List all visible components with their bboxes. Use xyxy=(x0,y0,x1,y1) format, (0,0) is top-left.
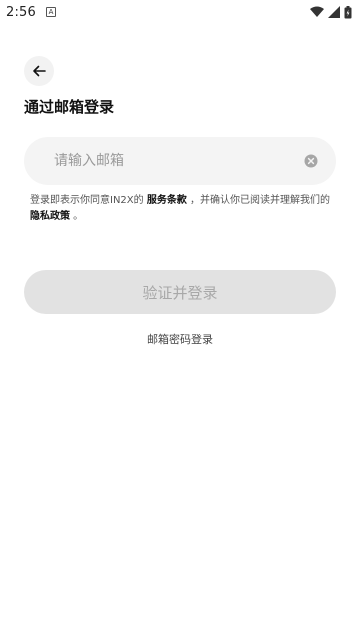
wifi-icon xyxy=(310,6,324,17)
email-field[interactable] xyxy=(24,137,336,185)
arrow-left-icon xyxy=(33,65,46,77)
service-terms-link[interactable]: 服务条款 xyxy=(147,195,187,206)
page-title: 通过邮箱登录 xyxy=(24,98,115,116)
battery-icon xyxy=(344,5,352,18)
signal-icon xyxy=(328,6,340,18)
email-password-login-link[interactable]: 邮箱密码登录 xyxy=(0,331,360,347)
privacy-policy-link[interactable]: 隐私政策 xyxy=(30,211,70,222)
back-button[interactable] xyxy=(24,56,54,86)
notification-icon: A xyxy=(46,7,56,17)
terms-notice: 登录即表示你同意IN2X的 服务条款 ，并确认你已阅读并理解我们的 隐私政策 。 xyxy=(30,193,330,225)
terms-prefix: 登录即表示你同意IN2X的 xyxy=(30,195,147,206)
status-bar: 2:56 A xyxy=(0,0,360,24)
clear-icon[interactable] xyxy=(304,154,318,168)
terms-middle: ，并确认你已阅读并理解我们的 xyxy=(186,195,331,206)
status-time: 2:56 xyxy=(6,4,36,20)
terms-suffix: 。 xyxy=(70,211,84,222)
status-icons xyxy=(310,5,352,19)
email-input[interactable] xyxy=(52,152,304,170)
verify-login-button[interactable]: 验证并登录 xyxy=(24,270,336,314)
